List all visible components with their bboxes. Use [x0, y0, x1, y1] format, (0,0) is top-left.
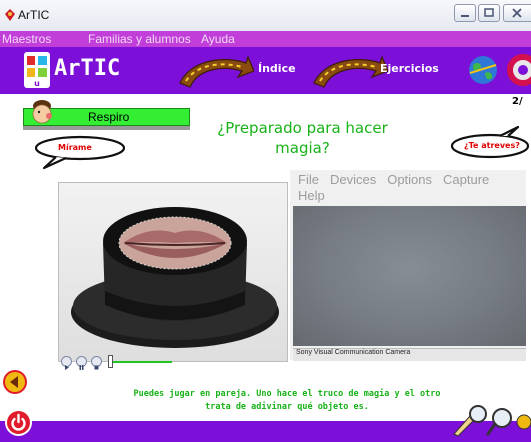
instructions-text: Puedes jugar en pareja. Uno hace el truc…: [133, 389, 441, 412]
lifebuoy-icon[interactable]: [506, 53, 531, 87]
app-toolbar: u ArTIC Índice Ejercicios: [0, 47, 531, 94]
magnifier-pencil-icon[interactable]: [450, 404, 531, 438]
back-button[interactable]: [3, 370, 27, 394]
maximize-button[interactable]: [478, 4, 500, 22]
camera-menu: File Devices Options Capture Help: [298, 172, 500, 204]
bubble-right-text: ¿Te atreves?: [464, 141, 520, 150]
ejercicios-label: Ejercicios: [380, 62, 439, 75]
curved-arrow-left-icon: [179, 55, 254, 88]
camera-preview: [293, 206, 526, 346]
page-counter: 2/: [512, 96, 523, 107]
hat-image-panel: [58, 182, 288, 362]
window-titlebar: ArTIC: [0, 0, 531, 32]
speech-bubble-left: [34, 135, 126, 170]
minimize-button[interactable]: [454, 4, 476, 22]
arrow-left-icon: [5, 372, 25, 392]
exit-button[interactable]: [5, 409, 32, 436]
power-icon: [11, 413, 26, 431]
magic-hat-icon: [71, 207, 279, 348]
globe-icon[interactable]: [467, 53, 499, 87]
play-icon: [65, 365, 69, 370]
stop-icon: [94, 365, 99, 370]
close-button[interactable]: [503, 4, 531, 22]
curved-arrow-right-icon: [313, 55, 388, 88]
pause-button[interactable]: [76, 356, 87, 370]
playback-slider[interactable]: [108, 355, 113, 368]
menu-ayuda[interactable]: Ayuda: [201, 32, 235, 46]
menu-familias[interactable]: Familias y alumnos: [88, 32, 191, 46]
ejercicios-button[interactable]: Ejercicios: [310, 49, 450, 91]
camera-menu-options[interactable]: Options: [387, 172, 432, 187]
svg-text:u: u: [34, 79, 40, 88]
menu-maestros[interactable]: Maestros: [2, 32, 51, 46]
respiro-label: Respiro: [88, 110, 130, 124]
camera-status-text: Sony Visual Communication Camera: [296, 349, 411, 356]
indice-label: Índice: [258, 62, 296, 75]
indice-button[interactable]: Índice: [176, 49, 296, 91]
camera-window: File Devices Options Capture Help Sony Visu…: [290, 170, 526, 361]
stop-button[interactable]: [91, 356, 102, 370]
logo-icon: u: [24, 52, 50, 88]
page-heading: ¿Preparado para hacer magia?: [217, 119, 388, 157]
close-icon: [512, 8, 522, 18]
camera-status-bar: Sony Visual Communication Camera: [293, 348, 526, 361]
camera-menu-capture[interactable]: Capture: [443, 172, 489, 187]
camera-menu-file[interactable]: File: [298, 172, 319, 187]
window-title: ArTIC: [18, 8, 50, 22]
menu-bar: Maestros Familias y alumnos Ayuda: [0, 31, 531, 47]
pause-icon: [79, 365, 84, 370]
play-button[interactable]: [61, 356, 72, 370]
boy-blowing-icon: [32, 100, 52, 124]
camera-menu-devices[interactable]: Devices: [330, 172, 376, 187]
bubble-left-text: Mírame: [58, 143, 92, 152]
camera-menu-help[interactable]: Help: [298, 188, 325, 203]
maximize-icon: [484, 8, 494, 17]
playback-track[interactable]: [108, 361, 172, 363]
app-icon: [5, 9, 15, 21]
minimize-icon: [461, 15, 469, 17]
app-logo-text: ArTIC: [54, 56, 121, 81]
